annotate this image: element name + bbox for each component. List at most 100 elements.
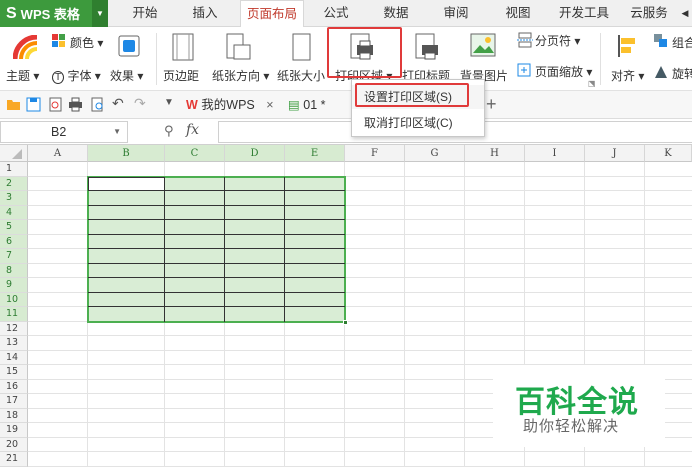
row-header-9[interactable]: 9 xyxy=(0,278,28,293)
paper-size-button[interactable]: 纸张大小 xyxy=(277,67,325,84)
orientation-icon[interactable] xyxy=(226,33,252,61)
new-tab-icon[interactable]: + xyxy=(486,94,502,116)
page-break-button[interactable]: 分页符 ▾ xyxy=(535,32,580,49)
tab-bar: S WPS 表格 ▼ 开始 插入 页面布局 公式 数据 审阅 视图 开发工具 云… xyxy=(0,0,692,28)
column-header-j[interactable]: J xyxy=(585,145,645,162)
row-header-11[interactable]: 11 xyxy=(0,307,28,322)
tab-view[interactable]: 视图 xyxy=(498,0,538,27)
tab-developer[interactable]: 开发工具 xyxy=(556,0,612,27)
undo-icon[interactable]: ↶ xyxy=(112,95,127,111)
cell-border xyxy=(164,176,165,322)
row-gridline xyxy=(28,335,692,336)
tab-cloud[interactable]: 云服务 xyxy=(626,0,672,27)
row-header-16[interactable]: 16 xyxy=(0,379,28,394)
row-header-3[interactable]: 3 xyxy=(0,191,28,206)
fill-handle[interactable] xyxy=(343,319,348,325)
column-header-c[interactable]: C xyxy=(165,145,225,162)
rotate-button[interactable]: 旋转 xyxy=(672,65,692,82)
orientation-label: 纸张方向 xyxy=(212,69,261,83)
print-titles-icon[interactable] xyxy=(414,33,440,61)
column-header-i[interactable]: I xyxy=(525,145,585,162)
wps-home-tab[interactable]: W 我的WPS × xyxy=(186,94,284,116)
column-header-f[interactable]: F xyxy=(345,145,405,162)
font-button[interactable]: T 字体 ▾ xyxy=(52,67,101,84)
row-header-15[interactable]: 15 xyxy=(0,365,28,380)
paper-size-icon[interactable] xyxy=(290,33,312,61)
margins-button[interactable]: 页边距 xyxy=(163,67,199,84)
fx-icon[interactable]: fx xyxy=(186,122,199,138)
background-image-icon[interactable] xyxy=(470,33,496,59)
page-zoom-button[interactable]: 页面缩放 ▾ xyxy=(535,63,592,80)
cell-border xyxy=(88,248,345,249)
cell-border xyxy=(224,176,225,322)
export-icon[interactable] xyxy=(48,97,63,112)
selected-range[interactable] xyxy=(87,175,346,323)
tab-insert[interactable]: 插入 xyxy=(182,0,228,27)
column-header-d[interactable]: D xyxy=(225,145,285,162)
theme-button[interactable]: 主题 ▾ xyxy=(6,67,39,84)
page-zoom-label: 页面缩放 xyxy=(535,65,584,79)
row-header-8[interactable]: 8 xyxy=(0,263,28,278)
tab-review[interactable]: 审阅 xyxy=(436,0,476,27)
divider xyxy=(156,33,157,85)
open-folder-icon[interactable] xyxy=(6,97,21,112)
align-icon[interactable] xyxy=(617,35,637,57)
cell-border xyxy=(88,233,345,235)
clear-print-area-menu-item[interactable]: 取消打印区域(C) xyxy=(352,111,484,135)
column-header-h[interactable]: H xyxy=(465,145,525,162)
customize-dropdown-icon[interactable]: ▼ xyxy=(164,97,179,112)
select-all-corner[interactable] xyxy=(0,145,28,162)
row-header-7[interactable]: 7 xyxy=(0,249,28,264)
row-header-17[interactable]: 17 xyxy=(0,394,28,409)
column-header-e[interactable]: E xyxy=(285,145,345,162)
cell-border xyxy=(88,277,345,278)
active-cell-b2[interactable] xyxy=(88,176,165,191)
tab-formulas[interactable]: 公式 xyxy=(316,0,356,27)
row-header-19[interactable]: 19 xyxy=(0,423,28,438)
more-tabs-icon[interactable]: ◀ xyxy=(678,0,692,27)
column-header-b[interactable]: B xyxy=(88,145,165,162)
tab-home[interactable]: 开始 xyxy=(122,0,168,27)
app-menu-button[interactable]: S WPS 表格 ▼ xyxy=(0,0,108,27)
chevron-down-icon[interactable]: ▼ xyxy=(92,0,108,27)
name-box[interactable]: B2 ▼ xyxy=(0,121,128,143)
tab-data[interactable]: 数据 xyxy=(376,0,416,27)
row-header-12[interactable]: 12 xyxy=(0,321,28,336)
row-header-4[interactable]: 4 xyxy=(0,205,28,220)
effects-button[interactable]: 效果 ▾ xyxy=(110,67,143,84)
group-button[interactable]: 组合 xyxy=(672,34,692,51)
corner-triangle-icon xyxy=(12,149,22,159)
row-header-13[interactable]: 13 xyxy=(0,336,28,351)
orientation-button[interactable]: 纸张方向 ▾ xyxy=(212,67,269,84)
color-button[interactable]: 颜色 ▾ xyxy=(70,34,103,51)
column-header-a[interactable]: A xyxy=(28,145,88,162)
effects-icon[interactable] xyxy=(118,35,140,57)
align-button[interactable]: 对齐 ▾ xyxy=(611,67,644,84)
row-header-6[interactable]: 6 xyxy=(0,234,28,249)
tab-page-layout[interactable]: 页面布局 xyxy=(240,0,304,28)
document-tab[interactable]: ▤ 01 * xyxy=(288,94,352,116)
print-preview-icon[interactable] xyxy=(90,97,105,112)
save-icon[interactable] xyxy=(26,97,41,112)
close-icon[interactable]: × xyxy=(266,98,273,112)
redo-icon[interactable]: ↷ xyxy=(134,95,149,111)
row-header-18[interactable]: 18 xyxy=(0,408,28,423)
margins-icon[interactable] xyxy=(172,33,194,61)
row-header-2[interactable]: 2 xyxy=(0,176,28,191)
column-header-k[interactable]: K xyxy=(645,145,692,162)
column-header-g[interactable]: G xyxy=(405,145,465,162)
row-header-1[interactable]: 1 xyxy=(0,162,28,177)
row-header-20[interactable]: 20 xyxy=(0,437,28,452)
zoom-search-icon[interactable]: ⚲ xyxy=(164,123,174,139)
chevron-down-icon[interactable]: ▼ xyxy=(113,122,121,142)
theme-icon[interactable] xyxy=(13,35,39,61)
dialog-launcher-icon[interactable]: ⬔ xyxy=(588,79,596,88)
row-header-5[interactable]: 5 xyxy=(0,220,28,235)
row-header-21[interactable]: 21 xyxy=(0,452,28,467)
row-header-14[interactable]: 14 xyxy=(0,350,28,365)
formula-bar: B2 ▼ ⚲ fx xyxy=(0,119,692,145)
print-icon[interactable] xyxy=(68,97,83,112)
row-header-10[interactable]: 10 xyxy=(0,292,28,307)
effects-label: 效果 xyxy=(110,69,135,83)
cell-reference: B2 xyxy=(51,125,67,139)
